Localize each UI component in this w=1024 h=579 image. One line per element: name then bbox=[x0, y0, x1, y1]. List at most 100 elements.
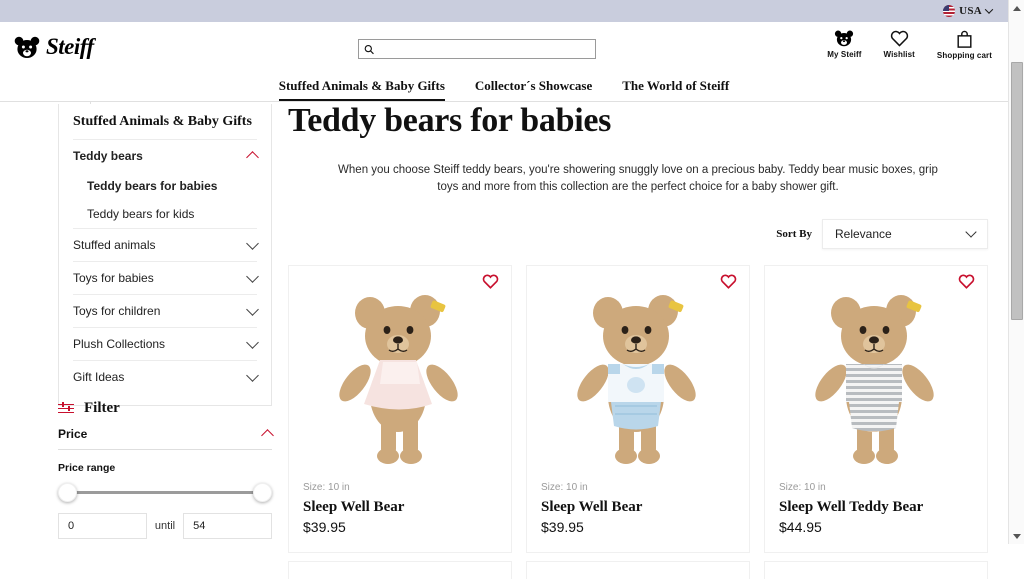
nav-item-the-world-of-steiff[interactable]: The World of Steiff bbox=[622, 78, 729, 101]
wishlist-button[interactable]: Wishlist bbox=[884, 30, 915, 60]
heart-icon bbox=[958, 274, 975, 289]
sidebar-item-teddy-bears[interactable]: Teddy bears bbox=[73, 139, 259, 172]
sort-by-select[interactable]: Relevance bbox=[822, 218, 988, 249]
wishlist-toggle[interactable] bbox=[720, 274, 737, 294]
nav-item-collectors-showcase[interactable]: Collector´s Showcase bbox=[475, 78, 592, 101]
product-card[interactable] bbox=[764, 560, 988, 579]
product-price: $39.95 bbox=[541, 518, 584, 535]
sidebar-item-plush-collections[interactable]: Plush Collections bbox=[73, 327, 259, 360]
product-grid-next-row bbox=[288, 560, 988, 579]
search-input[interactable] bbox=[378, 40, 595, 58]
product-price: $44.95 bbox=[779, 518, 822, 535]
sidebar-item-toys-for-children[interactable]: Toys for children bbox=[73, 294, 259, 327]
price-until-label: until bbox=[154, 520, 176, 532]
shopping-cart-label: Shopping cart bbox=[936, 51, 992, 60]
sidebar-item-label: Teddy bears bbox=[73, 149, 143, 163]
chevron-down-icon bbox=[246, 236, 259, 250]
slider-track bbox=[64, 491, 266, 494]
filter-panel: Filter Price Price range 0 until 54 bbox=[58, 394, 274, 539]
sidebar-item-gift-ideas[interactable]: Gift Ideas bbox=[73, 360, 259, 393]
product-size: Size: 10 in bbox=[779, 481, 826, 493]
product-card[interactable] bbox=[288, 560, 512, 579]
product-card[interactable]: Size: 10 in Sleep Well Bear $39.95 bbox=[288, 264, 512, 553]
slider-handle-max[interactable] bbox=[253, 483, 272, 502]
filter-price-toggle[interactable]: Price bbox=[58, 427, 274, 450]
sidebar-item-toys-for-babies[interactable]: Toys for babies bbox=[73, 261, 259, 294]
filter-price-label: Price bbox=[58, 427, 88, 441]
product-name[interactable]: Sleep Well Bear bbox=[541, 499, 735, 516]
sort-by-label: Sort By bbox=[776, 227, 812, 240]
price-range-slider[interactable] bbox=[58, 481, 272, 503]
brand-wordmark: Steiff bbox=[46, 34, 94, 59]
main-content: Teddy bears for babies When you choose S… bbox=[288, 102, 988, 579]
wishlist-toggle[interactable] bbox=[482, 274, 499, 294]
scroll-down-arrow[interactable] bbox=[1009, 528, 1024, 544]
product-card[interactable] bbox=[526, 560, 750, 579]
sidebar-item-label: Toys for babies bbox=[73, 271, 154, 285]
my-steiff-button[interactable]: My Steiff bbox=[827, 30, 861, 60]
sort-by-value: Relevance bbox=[835, 226, 892, 241]
price-range-inputs: 0 until 54 bbox=[58, 513, 272, 539]
product-name[interactable]: Sleep Well Bear bbox=[303, 499, 497, 516]
price-max-input[interactable]: 54 bbox=[183, 513, 272, 539]
sidebar-title: Stuffed Animals & Baby Gifts bbox=[73, 114, 252, 129]
heart-icon bbox=[720, 274, 737, 289]
product-grid: Size: 10 in Sleep Well Bear $39.95 Size:… bbox=[288, 264, 988, 553]
search-icon bbox=[364, 44, 374, 54]
filter-icon bbox=[58, 401, 74, 415]
shopping-bag-icon bbox=[957, 30, 972, 48]
search-bar[interactable] bbox=[358, 39, 596, 59]
category-sidebar: Stuffed Animals & Baby Gifts Teddy bears… bbox=[58, 104, 272, 406]
chevron-down-icon bbox=[984, 5, 994, 14]
chevron-up-icon bbox=[261, 429, 274, 442]
sidebar-item-teddy-bears-for-kids[interactable]: Teddy bears for kids bbox=[73, 200, 257, 228]
shopping-cart-button[interactable]: Shopping cart bbox=[937, 30, 992, 60]
price-min-input[interactable]: 0 bbox=[58, 513, 147, 539]
bear-head-icon bbox=[835, 30, 854, 47]
page-title: Teddy bears for babies bbox=[288, 102, 612, 139]
sidebar-item-teddy-bears-for-babies[interactable]: Teddy bears for babies bbox=[73, 172, 257, 200]
sidebar-item-stuffed-animals[interactable]: Stuffed animals bbox=[73, 228, 259, 261]
page-body: Stuffed Animals & Baby Gifts Teddy bears… bbox=[0, 102, 1008, 579]
chevron-down-icon bbox=[246, 269, 259, 283]
product-image bbox=[541, 276, 735, 468]
us-flag-icon bbox=[943, 5, 956, 17]
scrollbar-thumb[interactable] bbox=[1011, 62, 1023, 320]
filter-header: Filter bbox=[58, 394, 272, 427]
product-image bbox=[779, 276, 973, 468]
product-card[interactable]: Size: 10 in Sleep Well Teddy Bear $44.95 bbox=[764, 264, 988, 553]
country-selector[interactable]: USA bbox=[943, 5, 994, 17]
sidebar-item-label: Plush Collections bbox=[73, 337, 166, 351]
product-card[interactable]: Size: 10 in Sleep Well Bear $39.95 bbox=[526, 264, 750, 553]
country-label: USA bbox=[959, 5, 982, 17]
sort-controls: Sort By Relevance bbox=[288, 218, 988, 249]
header-utilities: My Steiff Wishlist Shopping cart bbox=[827, 30, 992, 60]
filter-title: Filter bbox=[84, 400, 120, 416]
slider-handle-min[interactable] bbox=[58, 483, 77, 502]
product-price: $39.95 bbox=[303, 518, 346, 535]
wishlist-toggle[interactable] bbox=[958, 274, 975, 294]
nav-item-stuffed-animals-baby-gifts[interactable]: Stuffed Animals & Baby Gifts bbox=[278, 78, 445, 101]
page-description: When you choose Steiff teddy bears, you'… bbox=[338, 164, 938, 194]
chevron-down-icon bbox=[246, 302, 259, 316]
my-steiff-label: My Steiff bbox=[827, 50, 862, 59]
top-utility-bar: USA bbox=[0, 0, 1008, 22]
price-range-label: Price range bbox=[58, 462, 116, 474]
product-size: Size: 10 in bbox=[541, 481, 588, 493]
heart-icon bbox=[482, 274, 499, 289]
sidebar-item-label: Gift Ideas bbox=[73, 370, 125, 384]
chevron-down-icon bbox=[246, 335, 259, 349]
chevron-up-icon bbox=[246, 151, 259, 164]
sidebar-item-label: Toys for children bbox=[73, 304, 161, 318]
sidebar-item-label: Stuffed animals bbox=[73, 238, 156, 252]
scroll-up-arrow[interactable] bbox=[1009, 0, 1024, 16]
site-header: Steiff My Steiff Wishlist Shopping cart bbox=[0, 22, 1008, 78]
browser-scrollbar[interactable] bbox=[1008, 0, 1024, 544]
product-image bbox=[303, 276, 497, 468]
product-size: Size: 10 in bbox=[303, 481, 350, 493]
chevron-down-icon bbox=[246, 368, 259, 382]
product-name[interactable]: Sleep Well Teddy Bear bbox=[779, 499, 973, 516]
brand-logo[interactable]: Steiff bbox=[14, 34, 94, 60]
main-navigation: Stuffed Animals & Baby Gifts Collector´s… bbox=[0, 78, 1008, 102]
chevron-down-icon bbox=[965, 225, 977, 238]
